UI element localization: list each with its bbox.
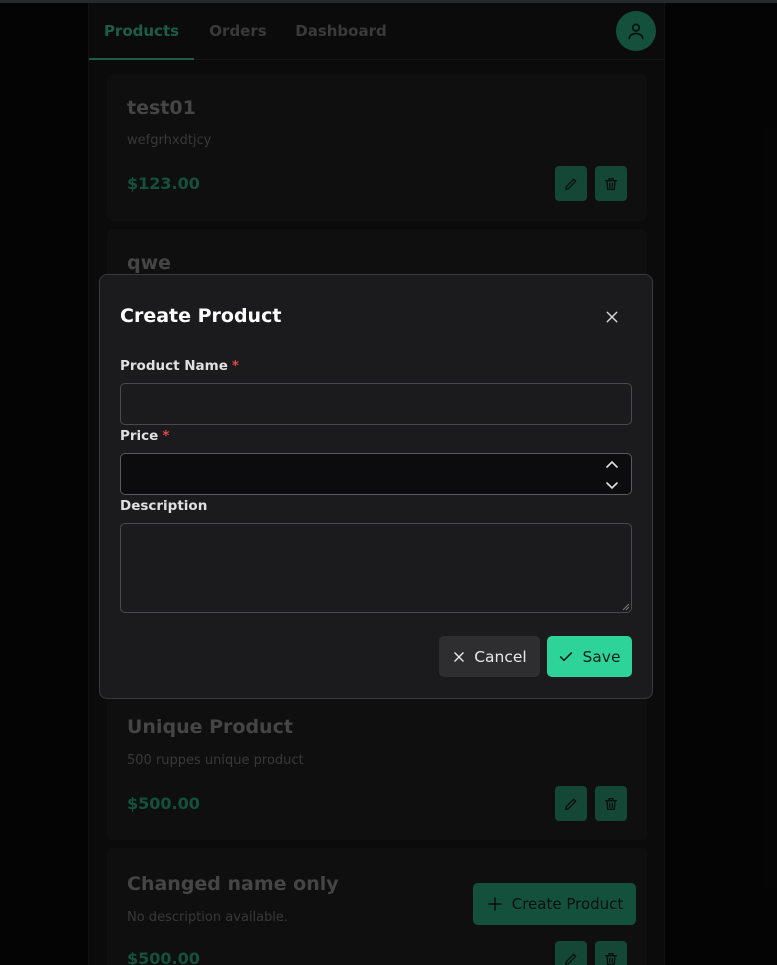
description-textarea[interactable] (120, 523, 632, 613)
required-asterisk: * (231, 358, 239, 374)
price-stepper[interactable] (605, 460, 619, 490)
save-label: Save (582, 647, 621, 666)
cancel-button[interactable]: Cancel (439, 636, 540, 677)
check-icon (560, 651, 573, 661)
chevron-up-icon[interactable] (606, 460, 618, 468)
required-asterisk: * (162, 428, 170, 444)
product-name-label: Product Name * (120, 358, 239, 374)
product-name-input[interactable] (120, 383, 632, 425)
description-wrapper (120, 523, 632, 613)
cancel-label: Cancel (474, 647, 527, 666)
close-icon (454, 651, 465, 662)
close-button[interactable] (600, 305, 624, 329)
dialog-title: Create Product (120, 305, 282, 327)
resize-handle-icon[interactable] (622, 603, 630, 611)
price-input[interactable] (120, 453, 632, 495)
chevron-down-icon[interactable] (606, 482, 618, 490)
create-product-dialog: Create Product Product Name * Price * Desc… (99, 274, 653, 699)
price-label: Price * (120, 428, 170, 444)
save-button[interactable]: Save (547, 636, 632, 677)
close-icon (606, 311, 618, 323)
description-label: Description (120, 498, 208, 514)
